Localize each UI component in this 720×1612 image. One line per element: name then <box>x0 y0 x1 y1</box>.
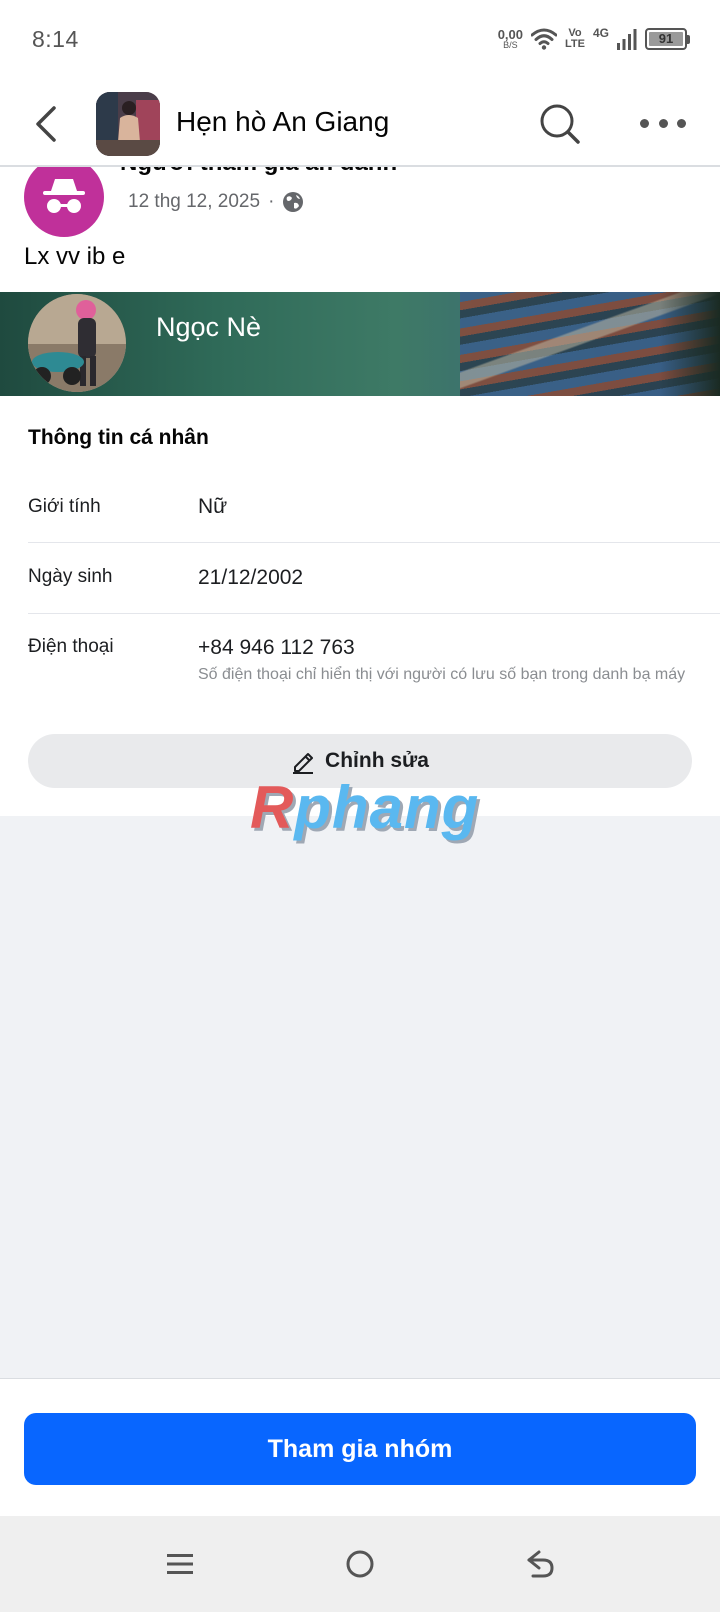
post-text: Lx vv ib e <box>24 243 126 270</box>
phone-value[interactable]: +84 946 112 763 <box>198 636 355 660</box>
dot-icon <box>658 118 668 128</box>
volte-indicator: Vo LTE <box>565 28 585 50</box>
group-avatar[interactable] <box>96 92 160 156</box>
edit-button-label: Chỉnh sửa <box>325 749 429 772</box>
profile-banner[interactable]: Ngọc Nè <box>0 292 720 396</box>
menu-icon <box>167 1554 193 1574</box>
volte-bottom: LTE <box>565 38 585 50</box>
gender-label: Giới tính <box>28 496 101 517</box>
group-photo-image <box>96 92 160 156</box>
post-meta: 12 thg 12, 2025 · <box>128 191 304 213</box>
member-photo-image <box>28 294 126 392</box>
dot-icon <box>677 118 686 128</box>
back-arrow-icon <box>527 1550 554 1578</box>
meta-separator: · <box>268 191 275 212</box>
home-circle-icon <box>346 1550 374 1578</box>
chevron-left-icon <box>36 106 56 142</box>
join-area: Tham gia nhóm <box>0 1378 720 1516</box>
join-group-button[interactable]: Tham gia nhóm <box>24 1413 696 1485</box>
net-speed-unit: B/S <box>503 40 518 50</box>
dot-icon <box>640 118 649 128</box>
status-bar: 8:14 0,00 B/S Vo LTE 4G 91 <box>0 0 720 80</box>
network-type: 4G <box>592 26 609 40</box>
anonymous-avatar[interactable] <box>24 167 104 237</box>
search-button[interactable] <box>538 102 582 146</box>
post: Người tham gia ẩn danh 12 thg 12, 2025 ·… <box>0 167 720 292</box>
net-speed: 0,00 B/S <box>498 28 523 50</box>
post-author[interactable]: Người tham gia ẩn danh <box>120 167 397 177</box>
battery-icon: 91 <box>645 28 690 50</box>
personal-info-card: Thông tin cá nhân Giới tính Nữ Ngày sinh… <box>0 396 720 816</box>
globe-icon <box>283 192 304 212</box>
back-nav-button[interactable] <box>518 1542 562 1586</box>
home-button[interactable] <box>338 1542 382 1586</box>
phone-note: Số điện thoại chỉ hiển thị với người có … <box>198 666 686 683</box>
status-time: 8:14 <box>32 26 79 52</box>
phone-label: Điện thoại <box>28 636 114 657</box>
incognito-icon <box>43 179 85 213</box>
member-avatar[interactable] <box>28 294 126 392</box>
battery-level: 91 <box>649 32 683 46</box>
system-nav-bar <box>0 1516 720 1612</box>
search-icon <box>540 104 580 144</box>
birthday-value: 21/12/2002 <box>198 566 304 589</box>
join-group-label: Tham gia nhóm <box>267 1434 453 1463</box>
wifi-icon <box>531 28 558 50</box>
more-options-button[interactable] <box>640 108 686 138</box>
divider <box>28 613 720 614</box>
status-icons: 0,00 B/S Vo LTE 4G 91 <box>498 24 690 54</box>
pencil-icon <box>293 753 314 774</box>
app-header: Hẹn hò An Giang <box>0 80 720 167</box>
back-button[interactable] <box>28 102 68 146</box>
divider <box>28 542 720 543</box>
recent-apps-button[interactable] <box>158 1542 202 1586</box>
birthday-label: Ngày sinh <box>28 566 113 587</box>
section-title: Thông tin cá nhân <box>28 426 209 449</box>
group-title[interactable]: Hẹn hò An Giang <box>176 106 389 138</box>
post-date[interactable]: 12 thg 12, 2025 <box>128 191 260 213</box>
signal-icon <box>617 29 637 50</box>
watermark-logo: Rphang <box>250 774 480 841</box>
gender-value: Nữ <box>198 495 228 518</box>
member-name[interactable]: Ngọc Nè <box>156 312 261 343</box>
